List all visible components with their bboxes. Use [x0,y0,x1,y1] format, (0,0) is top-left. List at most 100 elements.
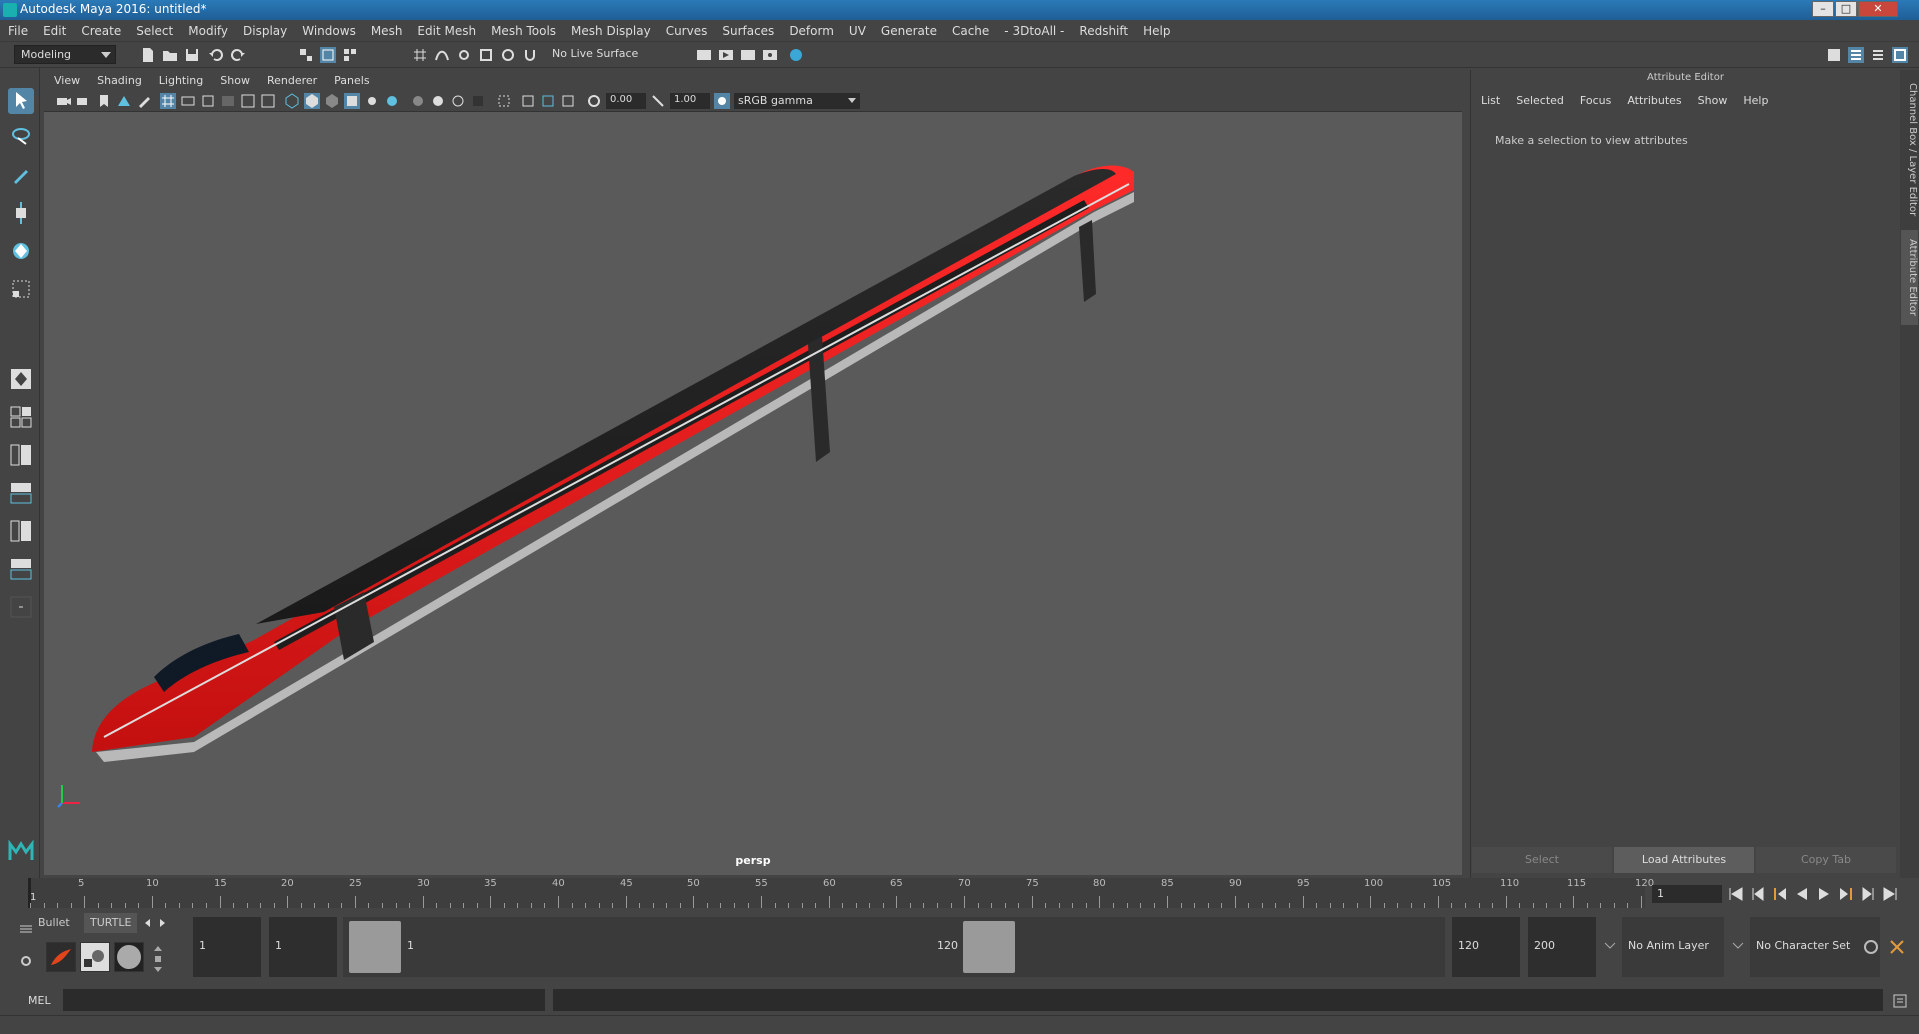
snap-live-icon[interactable] [500,47,516,63]
isolate-select-icon[interactable] [496,93,512,109]
shelf-scroll-icon[interactable] [152,944,164,974]
xray-joints-icon[interactable] [560,93,576,109]
script-editor-icon[interactable] [1892,993,1908,1009]
panel-menu-view[interactable]: View [54,74,80,87]
ae-menu-show[interactable]: Show [1698,94,1728,107]
select-component-icon[interactable] [342,47,358,63]
chevron-down-icon[interactable] [1732,942,1744,950]
anim-layer-dropdown[interactable]: No Anim Layer [1622,917,1724,977]
ipr-render-icon[interactable] [740,47,756,63]
paint-select-tool[interactable] [8,162,34,188]
command-input[interactable] [63,989,545,1011]
animation-start-field[interactable]: 1 [193,917,261,977]
scale-tool[interactable] [8,276,34,302]
channel-box-toggle-icon[interactable] [1892,47,1908,63]
script-language-label[interactable]: MEL [28,994,51,1007]
image-plane-icon[interactable] [116,93,132,109]
persp-graph-layout[interactable] [8,480,34,506]
exposure-field[interactable]: 0.00 [606,93,646,109]
shelf-settings-icon[interactable] [18,953,34,969]
menu-select[interactable]: Select [136,24,173,38]
menu-modify[interactable]: Modify [188,24,228,38]
bookmark-icon[interactable] [96,93,112,109]
close-button[interactable]: ✕ [1858,1,1898,17]
custom-layout[interactable] [8,594,34,620]
hypershade-icon[interactable] [788,47,804,63]
ae-menu-focus[interactable]: Focus [1580,94,1611,107]
render-settings-icon[interactable] [762,47,778,63]
menu-display[interactable]: Display [243,24,287,38]
menu-edit[interactable]: Edit [43,24,66,38]
step-back-frame-icon[interactable] [1772,887,1788,901]
play-backwards-icon[interactable] [1794,887,1810,901]
view-transform-dropdown[interactable]: sRGB gamma [734,93,860,109]
range-slider[interactable]: 1 120 [343,917,1445,977]
smooth-shade-icon[interactable] [304,93,320,109]
gate-mask-icon[interactable] [220,93,236,109]
go-to-end-icon[interactable] [1882,887,1898,901]
menu-cache[interactable]: Cache [952,24,989,38]
range-end-handle[interactable] [963,921,1015,973]
maximize-button[interactable]: □ [1835,1,1857,17]
shelf-tab-bullet[interactable]: Bullet [32,913,76,933]
step-forward-frame-icon[interactable] [1838,887,1854,901]
film-gate-icon[interactable] [180,93,196,109]
step-forward-key-icon[interactable] [1860,887,1876,901]
wireframe-icon[interactable] [284,93,300,109]
animation-preferences-icon[interactable] [1888,938,1906,956]
persp-outliner-graph-layout[interactable] [8,518,34,544]
snap-grid-icon[interactable] [412,47,428,63]
menu-help[interactable]: Help [1143,24,1170,38]
attribute-editor-toggle-icon[interactable] [1848,47,1864,63]
single-perspective-layout[interactable] [8,366,34,392]
gamma-field[interactable]: 1.00 [670,93,710,109]
playback-end-field[interactable]: 120 [1452,917,1520,977]
shelf-menu-icon[interactable] [18,921,34,937]
playback-start-field[interactable]: 1 [269,917,337,977]
select-object-icon[interactable] [320,47,336,63]
hypershade-layout[interactable] [8,556,34,582]
tool-settings-icon[interactable] [1870,47,1886,63]
render-current-icon[interactable] [718,47,734,63]
shelf-tab-turtle[interactable]: TURTLE [84,913,138,933]
shelf-item-sphere[interactable] [114,942,144,972]
tab-channel-box[interactable]: Channel Box / Layer Editor [1901,80,1918,220]
chevron-down-icon[interactable] [1604,942,1616,950]
shelf-item-flame[interactable] [46,942,76,972]
panel-menu-panels[interactable]: Panels [334,74,369,87]
depth-of-field-icon[interactable] [470,93,486,109]
time-slider[interactable]: 1 5 10 15 20 25 30 35 40 45 50 55 60 65 70 75 80 85 90 95 1… [28,878,1654,908]
ae-menu-list[interactable]: List [1481,94,1500,107]
range-start-handle[interactable] [349,921,401,973]
menu-uv[interactable]: UV [849,24,866,38]
open-scene-icon[interactable] [162,47,178,63]
xray-active-icon[interactable] [540,93,556,109]
minimize-button[interactable]: – [1812,1,1834,17]
anti-aliasing-icon[interactable] [450,93,466,109]
modeling-toolkit-icon[interactable] [1826,47,1842,63]
textured-icon[interactable] [344,93,360,109]
current-frame-field[interactable]: 1 [1652,885,1722,903]
four-view-layout[interactable] [8,404,34,430]
ae-menu-attributes[interactable]: Attributes [1627,94,1681,107]
persp-outliner-layout[interactable] [8,442,34,468]
snap-curve-icon[interactable] [434,47,450,63]
select-hierarchy-icon[interactable] [298,47,314,63]
menu-windows[interactable]: Windows [302,24,356,38]
auto-key-icon[interactable] [1862,938,1880,956]
shelf-item-render[interactable] [80,942,110,972]
snap-point-icon[interactable] [456,47,472,63]
rotate-tool[interactable] [8,238,34,264]
ae-menu-help[interactable]: Help [1743,94,1768,107]
play-forwards-icon[interactable] [1816,887,1832,901]
grid-icon[interactable] [160,93,176,109]
menu-deform[interactable]: Deform [789,24,834,38]
menu-mesh-display[interactable]: Mesh Display [571,24,651,38]
use-all-lights-icon[interactable] [364,93,380,109]
menu-3dtoall[interactable]: - 3DtoAll - [1004,24,1064,38]
ae-menu-selected[interactable]: Selected [1516,94,1564,107]
load-attributes-button[interactable]: Load Attributes [1614,847,1754,873]
camera-icon[interactable] [56,93,72,109]
save-scene-icon[interactable] [184,47,200,63]
field-chart-icon[interactable] [240,93,256,109]
